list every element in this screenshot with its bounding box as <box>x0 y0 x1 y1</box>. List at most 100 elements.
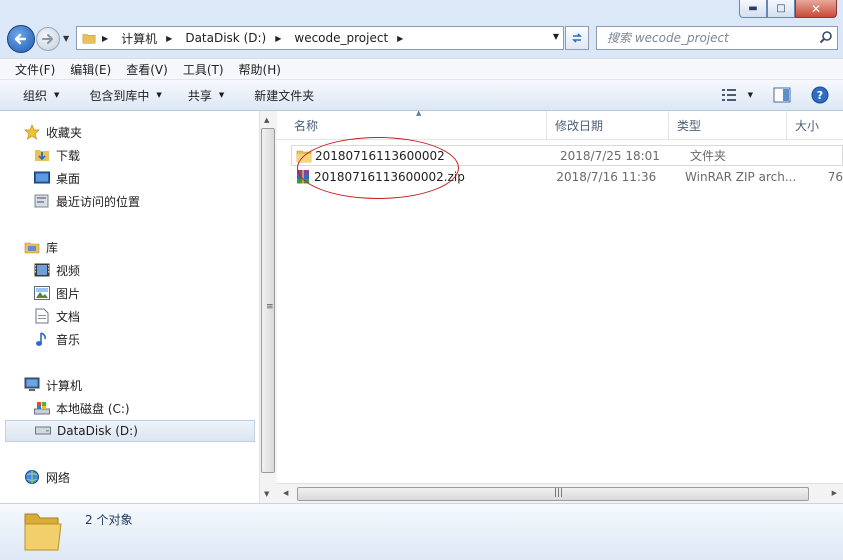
menu-edit[interactable]: 编辑(E) <box>55 61 119 78</box>
nav-libraries[interactable]: 库 <box>24 236 260 258</box>
file-type: WinRAR ZIP arch... <box>685 169 797 184</box>
organize-button[interactable]: 组织 ▼ <box>0 87 73 104</box>
menu-tools[interactable]: 工具(T) <box>168 61 232 78</box>
file-modified: 2018/7/16 11:36 <box>556 169 657 184</box>
forward-button[interactable] <box>36 27 60 51</box>
downloads-folder-icon <box>34 147 50 163</box>
folder-icon <box>82 34 96 44</box>
sort-ascending-icon: ▲ <box>416 111 422 117</box>
scroll-up-icon[interactable]: ▲ <box>264 116 269 124</box>
close-button[interactable]: ✕ <box>795 0 837 18</box>
details-view-icon <box>721 89 736 101</box>
drive-icon <box>35 423 51 439</box>
scroll-left-icon[interactable]: ◀ <box>283 489 288 497</box>
breadcrumb-computer[interactable]: 计算机 ▶ <box>121 30 179 47</box>
video-icon <box>34 262 50 278</box>
file-list: ▲ 名称 修改日期 类型 大小 20180716113600002 2018/7… <box>277 111 843 503</box>
scroll-right-icon[interactable]: ▶ <box>832 489 837 497</box>
navigation-pane-scrollbar[interactable]: ▲ ≡ ▼ <box>259 111 277 503</box>
file-list-scrollbar[interactable]: ◀ ||| ▶ <box>277 483 843 504</box>
column-header-modified[interactable]: 修改日期 <box>547 111 669 139</box>
chevron-right-icon[interactable]: ▶ <box>166 34 172 43</box>
nav-item-music[interactable]: 音乐 <box>34 328 260 350</box>
menu-file[interactable]: 文件(F) <box>0 61 63 78</box>
explorer-window: ▬ □ ✕ ▼ ▶ 计算机 ▶ DataDisk (D:) ▶ wecode_pro… <box>0 0 843 560</box>
minimize-button[interactable]: ▬ <box>739 0 767 18</box>
maximize-button[interactable]: □ <box>767 0 795 18</box>
window-controls: ▬ □ ✕ <box>739 0 837 19</box>
menu-help[interactable]: 帮助(H) <box>224 61 289 78</box>
chevron-right-icon[interactable]: ▶ <box>397 34 403 43</box>
breadcrumb-wecode-project[interactable]: wecode_project ▶ <box>294 31 410 45</box>
preview-pane-icon[interactable] <box>773 87 791 103</box>
forward-arrow-icon <box>42 34 53 44</box>
chevron-down-icon: ▼ <box>54 91 60 99</box>
computer-icon <box>24 377 40 393</box>
menu-view[interactable]: 查看(V) <box>111 61 176 78</box>
scrollbar-thumb[interactable]: ||| <box>297 487 809 501</box>
column-header-row: ▲ 名称 修改日期 类型 大小 <box>277 111 843 140</box>
folder-icon <box>24 513 62 551</box>
annotation-ellipse <box>297 137 459 199</box>
help-icon[interactable]: ? <box>811 86 829 104</box>
refresh-button[interactable] <box>565 26 589 50</box>
navigation-bar: ▼ ▶ 计算机 ▶ DataDisk (D:) ▶ wecode_project ▶ … <box>0 24 843 54</box>
address-history-dropdown[interactable]: ▼ <box>553 32 559 41</box>
desktop-icon <box>34 170 50 186</box>
library-icon <box>24 239 40 255</box>
column-header-name[interactable]: 名称 <box>277 111 547 139</box>
address-bar[interactable]: ▶ 计算机 ▶ DataDisk (D:) ▶ wecode_project ▶ ▼ <box>76 26 564 50</box>
music-icon <box>34 331 50 347</box>
chevron-down-icon: ▼ <box>218 91 225 99</box>
refresh-icon <box>572 33 582 43</box>
share-button[interactable]: 共享 ▼ <box>176 87 238 104</box>
recent-pages-dropdown[interactable]: ▼ <box>63 34 69 43</box>
close-icon: ✕ <box>810 1 822 16</box>
column-header-type[interactable]: 类型 <box>669 111 787 139</box>
nav-item-downloads[interactable]: 下载 <box>34 144 260 166</box>
chevron-down-icon: ▼ <box>156 91 162 99</box>
recent-places-icon <box>34 193 50 209</box>
nav-item-recent-places[interactable]: 最近访问的位置 <box>34 190 260 212</box>
search-input[interactable] <box>605 27 809 49</box>
svg-text:?: ? <box>817 89 823 102</box>
star-icon <box>24 124 40 140</box>
back-button[interactable] <box>7 25 35 53</box>
minimize-icon: ▬ <box>748 2 758 14</box>
command-bar: 组织 ▼ 包含到库中 ▼ 共享 ▼ 新建文件夹 ▼ ? <box>0 80 843 111</box>
search-icon[interactable] <box>819 30 833 44</box>
nav-network[interactable]: 网络 <box>24 466 260 488</box>
system-drive-icon <box>34 400 50 416</box>
menu-bar: 文件(F) 编辑(E) 查看(V) 工具(T) 帮助(H) <box>0 58 843 79</box>
change-view-button[interactable]: ▼ <box>721 89 753 101</box>
breadcrumb-datadisk[interactable]: DataDisk (D:) ▶ <box>185 31 288 45</box>
grip-icon: ||| <box>554 488 564 498</box>
details-pane: 2 个对象 <box>0 503 843 560</box>
chevron-down-icon: ▼ <box>747 91 753 99</box>
new-folder-button[interactable]: 新建文件夹 <box>238 87 328 104</box>
maximize-icon: □ <box>776 2 786 14</box>
nav-item-documents[interactable]: 文档 <box>34 305 260 327</box>
nav-item-videos[interactable]: 视频 <box>34 259 260 281</box>
grip-icon: ≡ <box>266 302 274 312</box>
search-box <box>596 26 838 50</box>
nav-item-datadisk-d[interactable]: DataDisk (D:) <box>5 420 255 442</box>
include-in-library-button[interactable]: 包含到库中 ▼ <box>73 87 175 104</box>
documents-icon <box>34 308 50 324</box>
nav-computer[interactable]: 计算机 <box>24 374 260 396</box>
column-header-size[interactable]: 大小 <box>787 111 843 139</box>
back-arrow-icon <box>14 33 27 45</box>
nav-favorites[interactable]: 收藏夹 <box>24 121 260 143</box>
file-size: 76 <box>827 169 843 184</box>
view-controls: ▼ ? <box>721 86 829 104</box>
nav-item-local-disk-c[interactable]: 本地磁盘 (C:) <box>34 397 260 419</box>
nav-item-desktop[interactable]: 桌面 <box>34 167 260 189</box>
object-count: 2 个对象 <box>85 513 133 527</box>
file-modified: 2018/7/25 18:01 <box>560 148 660 163</box>
scrollbar-thumb[interactable]: ≡ <box>261 128 275 473</box>
network-icon <box>24 469 40 485</box>
chevron-right-icon[interactable]: ▶ <box>102 34 108 43</box>
chevron-right-icon[interactable]: ▶ <box>275 34 281 43</box>
nav-item-pictures[interactable]: 图片 <box>34 282 260 304</box>
scroll-down-icon[interactable]: ▼ <box>264 490 269 498</box>
